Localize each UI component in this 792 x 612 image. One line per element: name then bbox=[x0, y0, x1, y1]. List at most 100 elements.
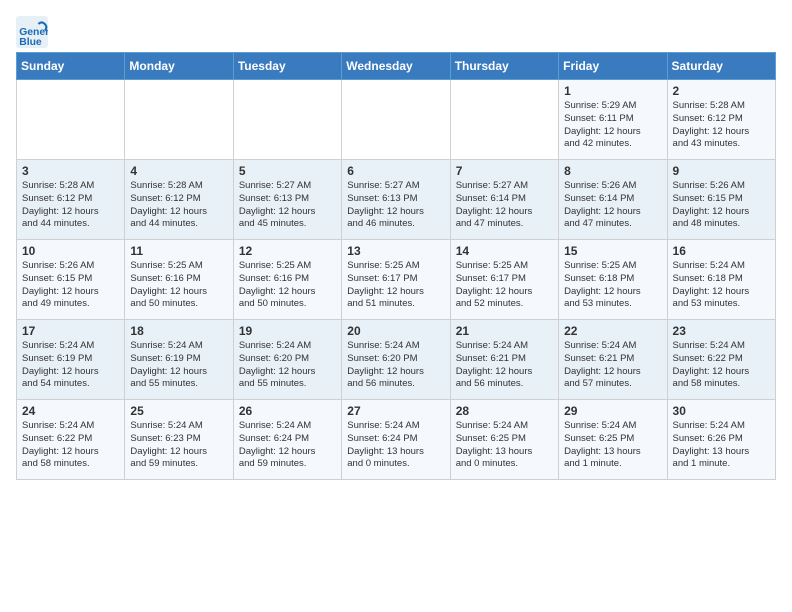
calendar-cell: 19 Sunrise: 5:24 AM Sunset: 6:20 PM Dayli… bbox=[233, 320, 341, 400]
logo: General Blue bbox=[16, 16, 54, 48]
week-row-5: 24Sunrise: 5:24 AM Sunset: 6:22 PM Dayli… bbox=[17, 400, 776, 480]
day-number: 24 bbox=[22, 404, 119, 418]
day-info: Sunrise: 5:24 AM Sunset: 6:23 PM Dayligh… bbox=[130, 420, 227, 471]
calendar-cell: 22Sunrise: 5:24 AM Sunset: 6:21 PM Dayli… bbox=[559, 320, 667, 400]
calendar-table: SundayMondayTuesdayWednesdayThursdayFrid… bbox=[16, 52, 776, 480]
weekday-header-tuesday: Tuesday bbox=[233, 53, 341, 80]
day-info: Sunrise: 5:25 AM Sunset: 6:17 PM Dayligh… bbox=[347, 260, 444, 311]
calendar-cell: 10 Sunrise: 5:26 AM Sunset: 6:15 PM Dayli… bbox=[17, 240, 125, 320]
day-number: 5 bbox=[239, 164, 336, 178]
weekday-header-wednesday: Wednesday bbox=[342, 53, 450, 80]
day-number: 8 bbox=[564, 164, 661, 178]
week-row-4: 17 Sunrise: 5:24 AM Sunset: 6:19 PM Dayli… bbox=[17, 320, 776, 400]
day-info: Sunrise: 5:24 AM Sunset: 6:18 PM Dayligh… bbox=[673, 260, 770, 311]
day-info: Sunrise: 5:24 AM Sunset: 6:24 PM Dayligh… bbox=[347, 420, 444, 471]
calendar-cell: 21 Sunrise: 5:24 AM Sunset: 6:21 PM Dayli… bbox=[450, 320, 558, 400]
day-number: 15 bbox=[564, 244, 661, 258]
day-info: Sunrise: 5:24 AM Sunset: 6:20 PM Dayligh… bbox=[347, 340, 444, 391]
calendar-cell bbox=[17, 80, 125, 160]
calendar-cell: 9Sunrise: 5:26 AM Sunset: 6:15 PM Daylig… bbox=[667, 160, 775, 240]
day-info: Sunrise: 5:27 AM Sunset: 6:13 PM Dayligh… bbox=[347, 180, 444, 231]
weekday-header-row: SundayMondayTuesdayWednesdayThursdayFrid… bbox=[17, 53, 776, 80]
day-number: 2 bbox=[673, 84, 770, 98]
calendar-cell: 26Sunrise: 5:24 AM Sunset: 6:24 PM Dayli… bbox=[233, 400, 341, 480]
calendar-cell: 1 Sunrise: 5:29 AM Sunset: 6:11 PM Daylig… bbox=[559, 80, 667, 160]
calendar-cell: 11 Sunrise: 5:25 AM Sunset: 6:16 PM Dayli… bbox=[125, 240, 233, 320]
calendar-cell: 2 Sunrise: 5:28 AM Sunset: 6:12 PM Daylig… bbox=[667, 80, 775, 160]
calendar-cell: 6 Sunrise: 5:27 AM Sunset: 6:13 PM Daylig… bbox=[342, 160, 450, 240]
day-number: 17 bbox=[22, 324, 119, 338]
svg-text:Blue: Blue bbox=[19, 37, 42, 48]
calendar-cell: 28 Sunrise: 5:24 AM Sunset: 6:25 PM Dayli… bbox=[450, 400, 558, 480]
day-number: 4 bbox=[130, 164, 227, 178]
day-number: 23 bbox=[673, 324, 770, 338]
calendar-cell: 18 Sunrise: 5:24 AM Sunset: 6:19 PM Dayli… bbox=[125, 320, 233, 400]
day-number: 10 bbox=[22, 244, 119, 258]
day-info: Sunrise: 5:24 AM Sunset: 6:19 PM Dayligh… bbox=[22, 340, 119, 391]
day-number: 3 bbox=[22, 164, 119, 178]
day-info: Sunrise: 5:27 AM Sunset: 6:13 PM Dayligh… bbox=[239, 180, 336, 231]
day-info: Sunrise: 5:25 AM Sunset: 6:17 PM Dayligh… bbox=[456, 260, 553, 311]
day-info: Sunrise: 5:24 AM Sunset: 6:25 PM Dayligh… bbox=[456, 420, 553, 471]
day-info: Sunrise: 5:24 AM Sunset: 6:21 PM Dayligh… bbox=[456, 340, 553, 391]
day-info: Sunrise: 5:28 AM Sunset: 6:12 PM Dayligh… bbox=[130, 180, 227, 231]
day-info: Sunrise: 5:29 AM Sunset: 6:11 PM Dayligh… bbox=[564, 100, 661, 151]
day-number: 9 bbox=[673, 164, 770, 178]
day-info: Sunrise: 5:24 AM Sunset: 6:25 PM Dayligh… bbox=[564, 420, 661, 471]
calendar-cell bbox=[342, 80, 450, 160]
day-info: Sunrise: 5:25 AM Sunset: 6:16 PM Dayligh… bbox=[130, 260, 227, 311]
week-row-1: 1 Sunrise: 5:29 AM Sunset: 6:11 PM Daylig… bbox=[17, 80, 776, 160]
weekday-header-thursday: Thursday bbox=[450, 53, 558, 80]
calendar-cell: 12 Sunrise: 5:25 AM Sunset: 6:16 PM Dayli… bbox=[233, 240, 341, 320]
day-number: 20 bbox=[347, 324, 444, 338]
calendar-cell bbox=[450, 80, 558, 160]
day-info: Sunrise: 5:24 AM Sunset: 6:26 PM Dayligh… bbox=[673, 420, 770, 471]
weekday-header-sunday: Sunday bbox=[17, 53, 125, 80]
calendar-cell: 5 Sunrise: 5:27 AM Sunset: 6:13 PM Daylig… bbox=[233, 160, 341, 240]
day-info: Sunrise: 5:24 AM Sunset: 6:20 PM Dayligh… bbox=[239, 340, 336, 391]
calendar-cell: 8 Sunrise: 5:26 AM Sunset: 6:14 PM Daylig… bbox=[559, 160, 667, 240]
day-info: Sunrise: 5:28 AM Sunset: 6:12 PM Dayligh… bbox=[22, 180, 119, 231]
weekday-header-saturday: Saturday bbox=[667, 53, 775, 80]
week-row-2: 3 Sunrise: 5:28 AM Sunset: 6:12 PM Daylig… bbox=[17, 160, 776, 240]
day-number: 7 bbox=[456, 164, 553, 178]
calendar-cell bbox=[125, 80, 233, 160]
calendar-cell bbox=[233, 80, 341, 160]
day-number: 19 bbox=[239, 324, 336, 338]
calendar-cell: 14 Sunrise: 5:25 AM Sunset: 6:17 PM Dayli… bbox=[450, 240, 558, 320]
day-number: 12 bbox=[239, 244, 336, 258]
day-number: 13 bbox=[347, 244, 444, 258]
day-info: Sunrise: 5:24 AM Sunset: 6:24 PM Dayligh… bbox=[239, 420, 336, 471]
day-number: 1 bbox=[564, 84, 661, 98]
day-info: Sunrise: 5:25 AM Sunset: 6:18 PM Dayligh… bbox=[564, 260, 661, 311]
calendar-cell: 24Sunrise: 5:24 AM Sunset: 6:22 PM Dayli… bbox=[17, 400, 125, 480]
day-number: 25 bbox=[130, 404, 227, 418]
calendar-cell: 17 Sunrise: 5:24 AM Sunset: 6:19 PM Dayli… bbox=[17, 320, 125, 400]
calendar-cell: 3 Sunrise: 5:28 AM Sunset: 6:12 PM Daylig… bbox=[17, 160, 125, 240]
day-info: Sunrise: 5:26 AM Sunset: 6:15 PM Dayligh… bbox=[22, 260, 119, 311]
page-header: General Blue bbox=[16, 16, 776, 48]
calendar-cell: 15 Sunrise: 5:25 AM Sunset: 6:18 PM Dayli… bbox=[559, 240, 667, 320]
day-number: 18 bbox=[130, 324, 227, 338]
calendar-cell: 23 Sunrise: 5:24 AM Sunset: 6:22 PM Dayli… bbox=[667, 320, 775, 400]
day-info: Sunrise: 5:26 AM Sunset: 6:14 PM Dayligh… bbox=[564, 180, 661, 231]
day-number: 6 bbox=[347, 164, 444, 178]
calendar-cell: 29 Sunrise: 5:24 AM Sunset: 6:25 PM Dayli… bbox=[559, 400, 667, 480]
weekday-header-friday: Friday bbox=[559, 53, 667, 80]
weekday-header-monday: Monday bbox=[125, 53, 233, 80]
day-number: 29 bbox=[564, 404, 661, 418]
day-number: 30 bbox=[673, 404, 770, 418]
day-number: 16 bbox=[673, 244, 770, 258]
day-number: 28 bbox=[456, 404, 553, 418]
calendar-cell: 16 Sunrise: 5:24 AM Sunset: 6:18 PM Dayli… bbox=[667, 240, 775, 320]
calendar-cell: 27Sunrise: 5:24 AM Sunset: 6:24 PM Dayli… bbox=[342, 400, 450, 480]
day-number: 21 bbox=[456, 324, 553, 338]
calendar-cell: 20 Sunrise: 5:24 AM Sunset: 6:20 PM Dayli… bbox=[342, 320, 450, 400]
day-info: Sunrise: 5:27 AM Sunset: 6:14 PM Dayligh… bbox=[456, 180, 553, 231]
day-info: Sunrise: 5:24 AM Sunset: 6:22 PM Dayligh… bbox=[673, 340, 770, 391]
day-info: Sunrise: 5:28 AM Sunset: 6:12 PM Dayligh… bbox=[673, 100, 770, 151]
day-info: Sunrise: 5:25 AM Sunset: 6:16 PM Dayligh… bbox=[239, 260, 336, 311]
day-info: Sunrise: 5:24 AM Sunset: 6:19 PM Dayligh… bbox=[130, 340, 227, 391]
day-number: 11 bbox=[130, 244, 227, 258]
day-number: 14 bbox=[456, 244, 553, 258]
